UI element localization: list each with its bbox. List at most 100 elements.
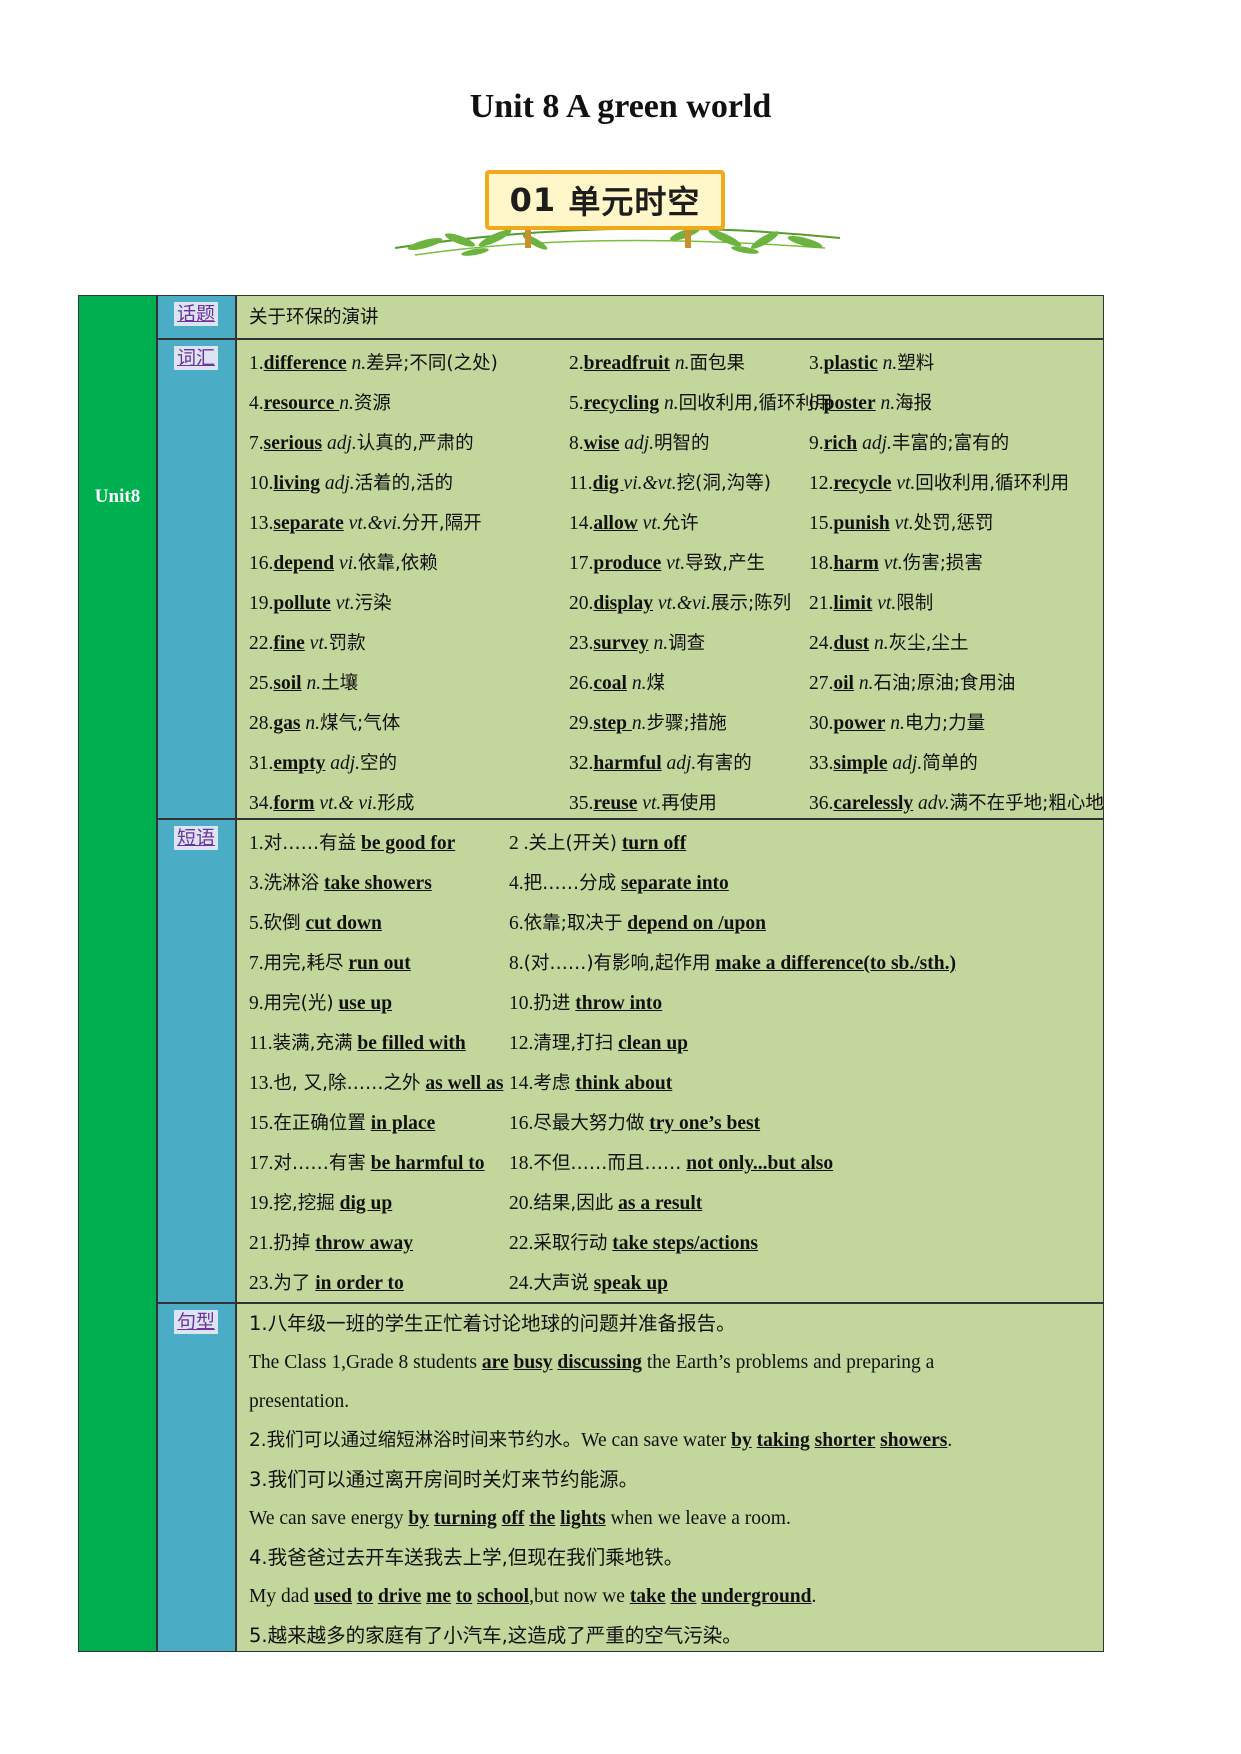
phrase-chinese: 大声说 <box>533 1273 589 1294</box>
phrase-english: turn off <box>621 833 687 854</box>
key-word: showers <box>880 1430 948 1451</box>
vocab-number: 32. <box>569 753 594 774</box>
phrase-chinese: 也, 又,除……之外 <box>273 1073 421 1094</box>
vocab-entry: 28.gas n.煤气;气体 <box>249 704 400 744</box>
phrase-chinese: 扔掉 <box>273 1233 311 1254</box>
phrase-english: separate into <box>621 873 729 894</box>
vocab-meaning: 形成 <box>377 793 415 814</box>
vocab-word: wise <box>583 433 620 454</box>
vocab-entry: 23.survey n.调查 <box>569 624 705 664</box>
vocab-word: survey <box>593 633 649 654</box>
category-vocab: 词汇 <box>157 339 236 819</box>
vocab-meaning: 步骤;措施 <box>646 713 727 734</box>
vocab-number: 22. <box>249 633 274 654</box>
key-word: me <box>426 1586 452 1607</box>
category-label-sentences: 句型 <box>174 1310 219 1334</box>
phrase-english: be filled with <box>357 1033 466 1054</box>
phrase-line: 7.用完,耗尽 run out 8.(对……)有影响,起作用 make a dif… <box>249 944 1103 984</box>
vocab-line: 1.difference n.差异;不同(之处) 2.breadfruit n.面… <box>249 344 1103 384</box>
vocab-word: harm <box>833 553 879 574</box>
phrase-line: 5.砍倒 cut down 6.依靠;取决于 depend on /upon <box>249 904 1103 944</box>
vocab-number: 2. <box>569 353 584 374</box>
phrase-line: 13.也, 又,除……之外 as well as 14.考虑 think abo… <box>249 1064 1103 1104</box>
phrase-entry: 9.用完(光) use up <box>249 984 392 1024</box>
vocab-entry: 2.breadfruit n.面包果 <box>569 344 745 384</box>
vocab-word: pollute <box>273 593 331 614</box>
key-word: school <box>477 1586 530 1607</box>
phrase-english: throw into <box>575 993 663 1014</box>
vocab-word: coal <box>593 673 627 694</box>
phrase-number: 12. <box>509 1033 534 1054</box>
vocab-word: breadfruit <box>583 353 670 374</box>
category-phrases: 短语 <box>157 819 236 1303</box>
phrase-chinese: 不但……而且…… <box>533 1153 682 1174</box>
phrase-number: 9. <box>249 993 264 1014</box>
phrase-line: 19.挖,挖掘 dig up 20.结果,因此 as a result <box>249 1184 1103 1224</box>
vocab-meaning: 挖(洞,沟等) <box>676 473 771 494</box>
phrase-entry: 6.依靠;取决于 depend on /upon <box>509 904 766 944</box>
vocab-meaning: 认真的,严肃的 <box>356 433 474 454</box>
phrase-number: 4. <box>509 873 524 894</box>
vocab-word: dust <box>833 633 870 654</box>
phrase-english: run out <box>348 953 411 974</box>
vocab-line: 13.separate vt.&vi.分开,隔开 14.allow vt.允许 15… <box>249 504 1103 544</box>
vocab-meaning: 导致,产生 <box>685 553 765 574</box>
vocab-meaning: 简单的 <box>922 753 978 774</box>
vocab-pos: n. <box>674 353 690 374</box>
phrase-english: throw away <box>315 1233 413 1254</box>
vocab-meaning: 分开,隔开 <box>401 513 482 534</box>
vocab-entry: 1.difference n.差异;不同(之处) <box>249 344 498 384</box>
phrase-number: 13. <box>249 1073 274 1094</box>
phrase-number: 19. <box>249 1193 274 1214</box>
phrase-entry: 2 .关上(开关) turn off <box>509 824 686 864</box>
vocab-number: 25. <box>249 673 274 694</box>
key-word: by <box>408 1508 430 1529</box>
vocab-pos: vt. <box>642 793 662 814</box>
vocab-number: 31. <box>249 753 274 774</box>
phrase-chinese: 装满,充满 <box>272 1033 353 1054</box>
phrase-english: be harmful to <box>370 1153 485 1174</box>
phrase-chinese: (对……)有影响,起作用 <box>523 953 711 974</box>
phrase-number: 20. <box>509 1193 534 1214</box>
vocab-entry: 25.soil n.土壤 <box>249 664 358 704</box>
phrase-english: as a result <box>618 1193 703 1214</box>
text: when we leave a room. <box>605 1508 791 1529</box>
text: 2.我们可以通过缩短淋浴时间来节约水。 <box>249 1430 582 1451</box>
phrase-number: 11. <box>249 1033 273 1054</box>
text: The Class 1,Grade 8 students <box>249 1352 482 1373</box>
phrase-chinese: 用完(光) <box>263 993 334 1014</box>
phrase-chinese: 结果,因此 <box>533 1193 614 1214</box>
phrase-entry: 3.洗淋浴 take showers <box>249 864 432 904</box>
section-banner: 01 单元时空 <box>385 160 845 265</box>
phrase-line: 17.对……有害 be harmful to 18.不但……而且…… not on… <box>249 1144 1103 1184</box>
vocab-word: simple <box>833 753 888 774</box>
phrase-entry: 24.大声说 speak up <box>509 1264 668 1304</box>
topic-content: 关于环保的演讲 <box>236 295 1104 339</box>
vocab-meaning: 污染 <box>354 593 392 614</box>
vocab-pos: vt.&vi. <box>657 593 711 614</box>
phrase-english: dig up <box>339 1193 393 1214</box>
phrase-number: 14. <box>509 1073 534 1094</box>
sentence-3-en: We can save energy by turning off the li… <box>249 1499 1103 1538</box>
vocab-entry: 26.coal n.煤 <box>569 664 665 704</box>
topic-text: 关于环保的演讲 <box>249 307 379 328</box>
vocab-pos: n. <box>351 353 367 374</box>
vocab-meaning: 允许 <box>661 513 699 534</box>
vocab-word: reuse <box>593 793 638 814</box>
vocab-meaning: 海报 <box>895 393 933 414</box>
phrase-chinese: 清理,打扫 <box>533 1033 614 1054</box>
vocab-content: 1.difference n.差异;不同(之处) 2.breadfruit n.面… <box>236 339 1104 819</box>
vocab-entry: 9.rich adj.丰富的;富有的 <box>809 424 1009 464</box>
phrase-english: take steps/actions <box>612 1233 758 1254</box>
vocab-meaning: 伤害;损害 <box>902 553 983 574</box>
text: We can save energy <box>249 1508 409 1529</box>
vocab-pos: adj. <box>327 433 357 454</box>
phrase-chinese: 洗淋浴 <box>263 873 320 894</box>
vocab-meaning: 塑料 <box>897 353 935 374</box>
phrase-line: 23.为了 in order to 24.大声说 speak up <box>249 1264 1103 1304</box>
key-word: underground <box>701 1586 812 1607</box>
phrase-entry: 15.在正确位置 in place <box>249 1104 435 1144</box>
vocab-meaning: 资源 <box>353 393 391 414</box>
banner-number: 01 <box>509 181 557 219</box>
vocab-meaning: 再使用 <box>661 793 717 814</box>
